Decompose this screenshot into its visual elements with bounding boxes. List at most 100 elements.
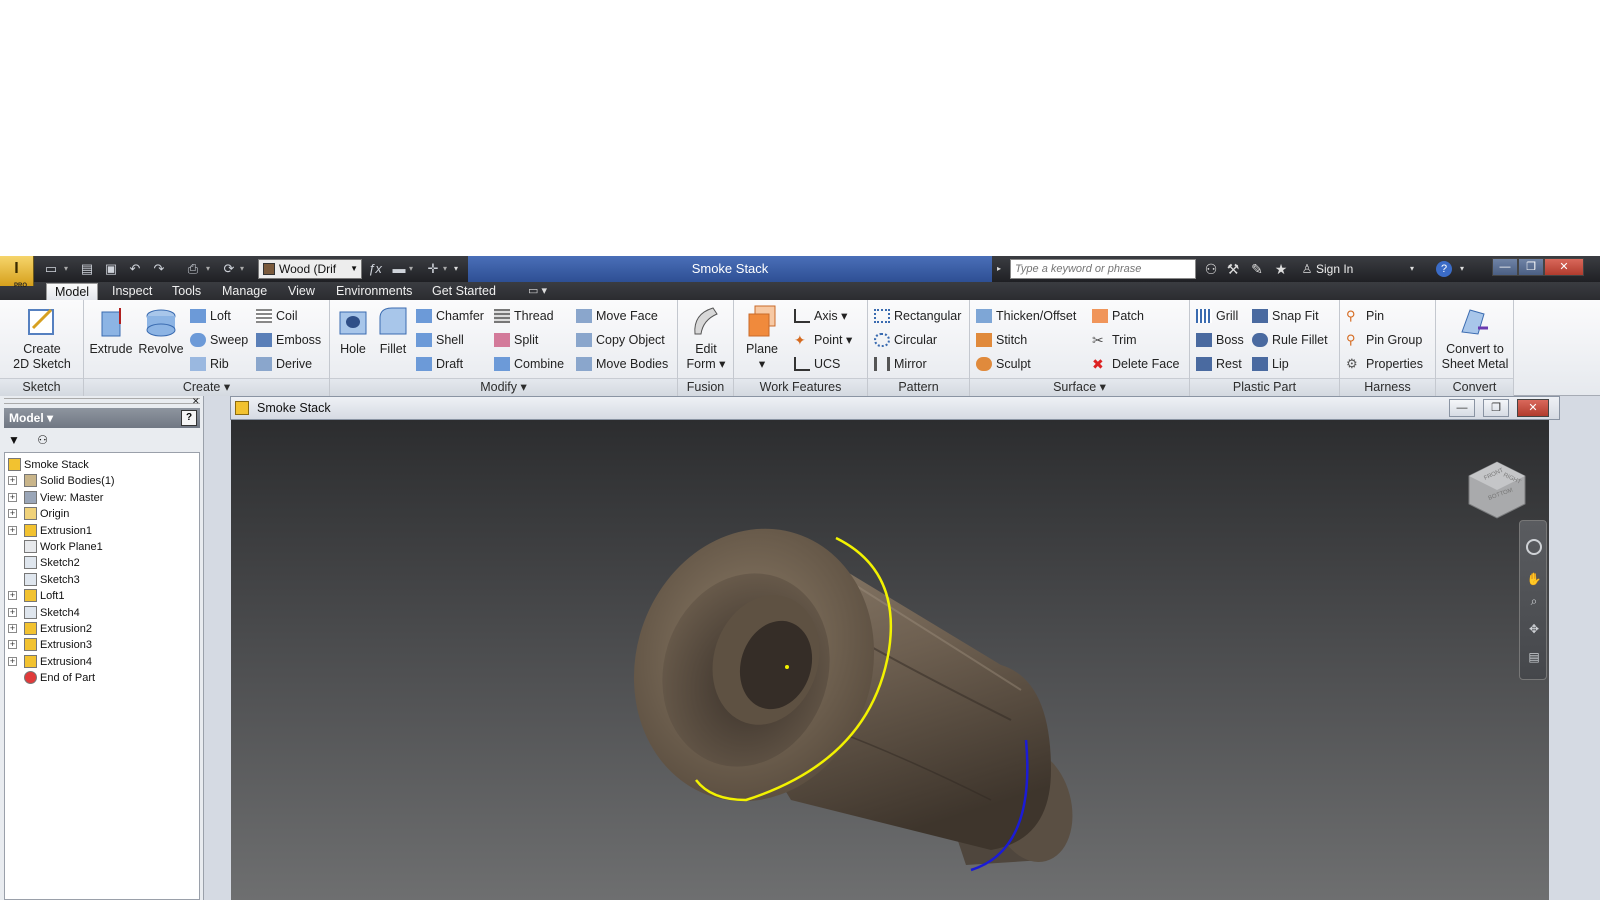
rib-button[interactable]: Rib	[190, 354, 229, 374]
pin-group-button[interactable]: ⚲ Pin Group	[1346, 330, 1422, 350]
revolve-button[interactable]: Revolve	[136, 304, 186, 357]
plane-button[interactable]: Plane ▾	[738, 304, 786, 372]
customize-quick-access-icon[interactable]: ▾	[454, 260, 458, 278]
tab-get-started[interactable]: Get Started	[424, 283, 504, 300]
fillet-button[interactable]: Fillet	[374, 304, 412, 357]
chamfer-button[interactable]: Chamfer	[416, 306, 484, 326]
ribbon-display-options-icon[interactable]: ▭ ▾	[528, 284, 547, 297]
trim-button[interactable]: ✂ Trim	[1092, 330, 1137, 350]
thicken-offset-button[interactable]: Thicken/Offset	[976, 306, 1076, 326]
tab-inspect[interactable]: Inspect	[104, 283, 160, 300]
stitch-button[interactable]: Stitch	[976, 330, 1027, 350]
mirror-button[interactable]: Mirror	[874, 354, 927, 374]
emboss-button[interactable]: Emboss	[256, 330, 321, 350]
patch-button[interactable]: Patch	[1092, 306, 1144, 326]
open-icon[interactable]: ▤	[78, 260, 96, 278]
wrench-icon[interactable]: ⚒	[1224, 260, 1242, 278]
expand-icon[interactable]: +	[8, 607, 17, 617]
doc-close-button[interactable]: ✕	[1517, 399, 1549, 417]
update-dropdown-icon[interactable]: ▾	[240, 260, 244, 278]
circular-pattern-button[interactable]: Circular	[874, 330, 937, 350]
binoculars-icon[interactable]: ⚇	[1202, 260, 1220, 278]
rectangular-pattern-button[interactable]: Rectangular	[874, 306, 961, 326]
tab-manage[interactable]: Manage	[214, 283, 275, 300]
move-bodies-button[interactable]: Move Bodies	[576, 354, 668, 374]
ucs-button[interactable]: UCS	[794, 354, 840, 374]
thread-button[interactable]: Thread	[494, 306, 554, 326]
find-icon[interactable]: ⚇	[37, 433, 48, 447]
delete-face-button[interactable]: ✖ Delete Face	[1092, 354, 1179, 374]
sign-in-link[interactable]: Sign In	[1316, 256, 1353, 282]
look-at-icon[interactable]: ▤	[1526, 649, 1542, 665]
panel-label-surface[interactable]: Surface ▾	[970, 378, 1189, 396]
new-dropdown-icon[interactable]: ▾	[64, 260, 68, 278]
rule-fillet-button[interactable]: Rule Fillet	[1252, 330, 1328, 350]
pan-hand-icon[interactable]: ✋	[1526, 571, 1542, 587]
orbit-icon[interactable]: ✥	[1526, 621, 1542, 637]
move-face-button[interactable]: Move Face	[576, 306, 658, 326]
application-menu-button[interactable]: I PRO	[0, 256, 34, 289]
print-dropdown-icon[interactable]: ▾	[206, 260, 210, 278]
expand-icon[interactable]: +	[8, 476, 17, 486]
pin-button[interactable]: ⚲ Pin	[1346, 306, 1384, 326]
parameters-icon[interactable]: ƒx	[366, 260, 384, 278]
restore-button[interactable]: ❐	[1518, 258, 1544, 276]
browser-header[interactable]: Model ▾ ?	[4, 408, 200, 428]
adjust-dropdown-icon[interactable]: ▾	[443, 260, 447, 278]
minimize-button[interactable]: —	[1492, 258, 1518, 276]
expand-icon[interactable]: +	[8, 509, 17, 519]
derive-button[interactable]: Derive	[256, 354, 312, 374]
center-point[interactable]	[785, 665, 789, 669]
graphics-viewport[interactable]: FRONT RIGHT BOTTOM	[231, 420, 1549, 900]
doc-minimize-button[interactable]: —	[1449, 399, 1475, 417]
draft-button[interactable]: Draft	[416, 354, 463, 374]
snap-fit-button[interactable]: Snap Fit	[1252, 306, 1319, 326]
print-icon[interactable]: ⎙	[184, 260, 202, 278]
expand-icon[interactable]: +	[8, 624, 17, 633]
steering-wheel-icon[interactable]	[1526, 539, 1542, 555]
undo-icon[interactable]: ↶	[126, 260, 144, 278]
sweep-button[interactable]: Sweep	[190, 330, 248, 350]
combine-button[interactable]: Combine	[494, 354, 564, 374]
favorites-star-icon[interactable]: ★	[1272, 260, 1290, 278]
coil-button[interactable]: Coil	[256, 306, 298, 326]
doc-restore-button[interactable]: ❐	[1483, 399, 1509, 417]
search-input[interactable]	[1010, 259, 1196, 279]
redo-icon[interactable]: ↷	[150, 260, 168, 278]
sculpt-button[interactable]: Sculpt	[976, 354, 1031, 374]
expand-search-icon[interactable]: ▸	[997, 260, 1001, 278]
edit-form-button[interactable]: Edit Form ▾	[682, 304, 730, 372]
close-button[interactable]: ✕	[1544, 258, 1584, 276]
rest-button[interactable]: Rest	[1196, 354, 1242, 374]
copy-object-button[interactable]: Copy Object	[576, 330, 665, 350]
smoke-stack-part[interactable]	[599, 497, 1085, 872]
loft-button[interactable]: Loft	[190, 306, 231, 326]
point-button[interactable]: ✦ Point ▾	[794, 330, 852, 350]
grill-button[interactable]: Grill	[1196, 306, 1238, 326]
help-dropdown-icon[interactable]: ▾	[1460, 260, 1464, 278]
tab-model[interactable]: Model	[46, 283, 99, 300]
communication-icon[interactable]: ✎	[1248, 260, 1266, 278]
sign-in-dropdown-icon[interactable]: ▾	[1410, 260, 1414, 278]
browser-help-icon[interactable]: ?	[181, 410, 197, 426]
expand-icon[interactable]: +	[8, 492, 17, 502]
update-icon[interactable]: ⟳	[220, 260, 238, 278]
expand-icon[interactable]: +	[8, 525, 17, 535]
create-2d-sketch-button[interactable]: Create 2D Sketch	[6, 304, 78, 372]
appearance-icon[interactable]: ▬	[390, 260, 408, 278]
expand-icon[interactable]: +	[8, 591, 17, 601]
panel-label-create[interactable]: Create ▾	[84, 378, 329, 396]
split-button[interactable]: Split	[494, 330, 538, 350]
extrude-button[interactable]: Extrude	[88, 304, 134, 357]
zoom-icon[interactable]: ⌕	[1526, 593, 1542, 609]
browser-grip[interactable]	[4, 398, 200, 404]
convert-to-sheet-metal-button[interactable]: Convert to Sheet Metal	[1438, 304, 1512, 372]
boss-button[interactable]: Boss	[1196, 330, 1244, 350]
save-icon[interactable]: ▣	[102, 260, 120, 278]
tab-environments[interactable]: Environments	[328, 283, 420, 300]
tab-view[interactable]: View	[280, 283, 323, 300]
hole-button[interactable]: Hole	[334, 304, 372, 357]
filter-icon[interactable]: ▼	[8, 433, 20, 447]
material-select[interactable]: Wood (Drif ▼	[258, 259, 362, 279]
new-icon[interactable]: ▭	[42, 260, 60, 278]
